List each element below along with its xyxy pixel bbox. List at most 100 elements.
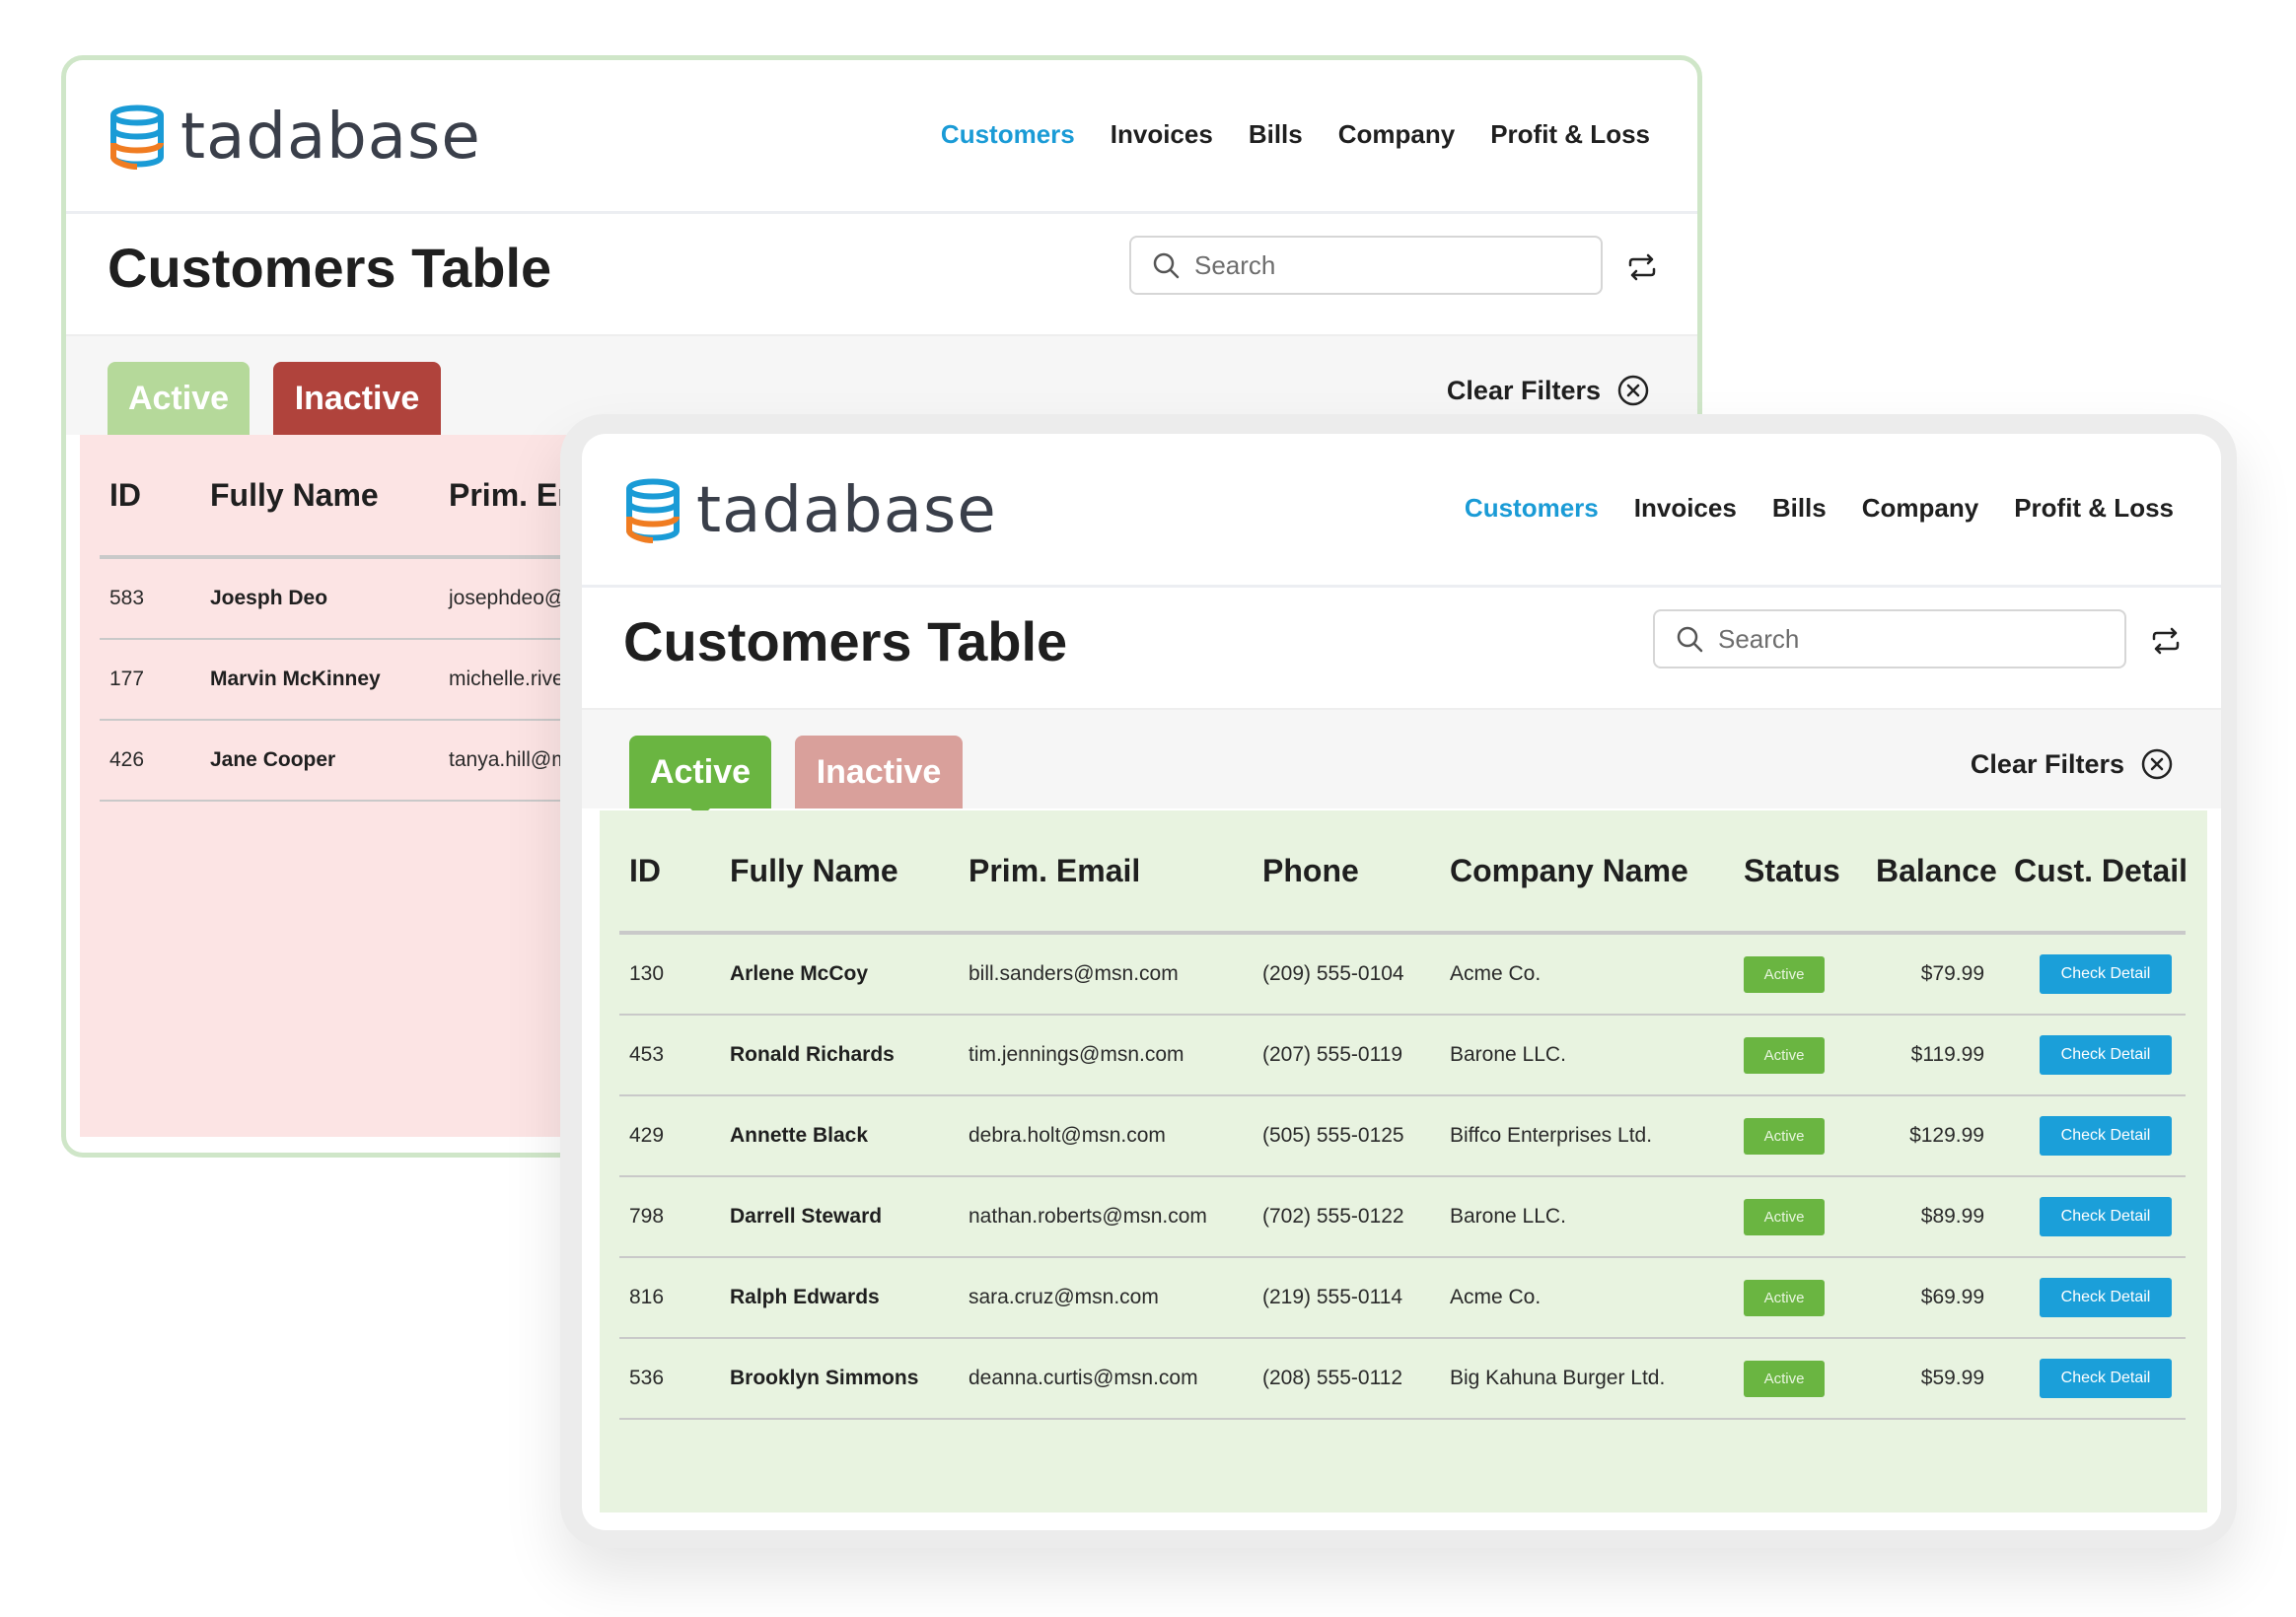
col-name[interactable]: Fully Name	[200, 477, 439, 514]
search-icon	[1153, 252, 1180, 279]
table-row[interactable]: 816 Ralph Edwards sara.cruz@msn.com (219…	[619, 1258, 2186, 1339]
col-phone[interactable]: Phone	[1253, 853, 1440, 889]
cell-name: Darrell Steward	[730, 1205, 883, 1228]
cell-status: Active	[1734, 1117, 1866, 1155]
close-circle-icon	[1617, 375, 1649, 406]
title-bar: Customers Table	[66, 214, 1697, 336]
status-badge: Active	[1744, 955, 1825, 993]
brand-logo[interactable]: tadabase	[623, 475, 997, 546]
cell-phone: (505) 555-0125	[1262, 1124, 1404, 1147]
nav-company[interactable]: Company	[1862, 493, 1978, 524]
cell-status: Active	[1734, 1198, 1866, 1235]
search-input[interactable]	[1194, 249, 1569, 281]
check-detail-button[interactable]: Check Detail	[2040, 954, 2172, 994]
search-box[interactable]	[1653, 609, 2126, 668]
cell-email: nathan.roberts@msn.com	[969, 1205, 1207, 1228]
cell-action: Check Detail	[2004, 1035, 2186, 1075]
nav-customers[interactable]: Customers	[941, 119, 1075, 150]
database-logo-icon	[626, 478, 680, 543]
cell-balance: $89.99	[1920, 1205, 1984, 1228]
cell-company: Acme Co.	[1450, 1286, 1542, 1308]
app-header: tadabase Customers Invoices Bills Compan…	[66, 60, 1697, 214]
tab-active[interactable]: Active	[629, 736, 771, 818]
col-email[interactable]: Prim. Email	[959, 853, 1253, 889]
table-row[interactable]: 130 Arlene McCoy bill.sanders@msn.com (2…	[619, 935, 2186, 1016]
search-icon	[1677, 626, 1703, 653]
cell-company: Big Kahuna Burger Ltd.	[1450, 1367, 1666, 1389]
cell-status: Active	[1734, 955, 1866, 993]
col-id[interactable]: ID	[100, 477, 200, 514]
title-bar: Customers Table	[582, 588, 2221, 710]
col-id[interactable]: ID	[619, 853, 720, 889]
cell-id: 130	[629, 962, 665, 985]
col-status[interactable]: Status	[1734, 853, 1866, 889]
check-detail-button[interactable]: Check Detail	[2040, 1116, 2172, 1156]
nav-company[interactable]: Company	[1338, 119, 1455, 150]
cell-balance: $79.99	[1920, 962, 1984, 985]
cell-action: Check Detail	[2004, 1359, 2186, 1398]
nav-profit-loss[interactable]: Profit & Loss	[2014, 493, 2174, 524]
clear-filters-button[interactable]: Clear Filters	[1447, 374, 1650, 407]
cell-id: 177	[109, 668, 145, 690]
refresh-icon[interactable]	[2150, 625, 2182, 657]
cell-action: Check Detail	[2004, 1116, 2186, 1156]
table-row[interactable]: 536 Brooklyn Simmons deanna.curtis@msn.c…	[619, 1339, 2186, 1420]
col-cust-details[interactable]: Cust. Details	[2004, 853, 2186, 889]
check-detail-button[interactable]: Check Detail	[2040, 1035, 2172, 1075]
cell-balance: $119.99	[1910, 1043, 1984, 1066]
cell-email: debra.holt@msn.com	[969, 1124, 1166, 1147]
tab-active[interactable]: Active	[108, 362, 250, 435]
cell-id: 429	[629, 1124, 665, 1147]
main-nav: Customers Invoices Bills Company Profit …	[1465, 493, 2174, 524]
cell-email: bill.sanders@msn.com	[969, 962, 1179, 985]
clear-filters-label: Clear Filters	[1970, 748, 2124, 779]
nav-profit-loss[interactable]: Profit & Loss	[1490, 119, 1650, 150]
close-circle-icon	[2141, 748, 2173, 780]
cell-name: Ronald Richards	[730, 1043, 895, 1066]
check-detail-button[interactable]: Check Detail	[2040, 1278, 2172, 1317]
search-input[interactable]	[1718, 623, 2093, 655]
brand-logo[interactable]: tadabase	[108, 102, 481, 173]
cell-phone: (209) 555-0104	[1262, 962, 1404, 985]
table-row[interactable]: 453 Ronald Richards tim.jennings@msn.com…	[619, 1016, 2186, 1096]
table-row[interactable]: 429 Annette Black debra.holt@msn.com (50…	[619, 1096, 2186, 1177]
cell-id: 536	[629, 1367, 665, 1389]
cell-status: Active	[1734, 1279, 1866, 1316]
brand-name: tadabase	[180, 101, 481, 174]
nav-invoices[interactable]: Invoices	[1111, 119, 1213, 150]
nav-customers[interactable]: Customers	[1465, 493, 1599, 524]
cell-id: 583	[109, 587, 145, 609]
col-balance[interactable]: Balance	[1866, 853, 2004, 889]
app-header: tadabase Customers Invoices Bills Compan…	[582, 434, 2221, 588]
filter-bar: Active Inactive Clear Filters	[582, 710, 2221, 818]
cell-action: Check Detail	[2004, 954, 2186, 994]
cell-balance: $69.99	[1920, 1286, 1984, 1308]
cell-action: Check Detail	[2004, 1278, 2186, 1317]
table-header: ID Fully Name Prim. Email Phone Company …	[619, 810, 2186, 935]
nav-invoices[interactable]: Invoices	[1634, 493, 1737, 524]
nav-bills[interactable]: Bills	[1249, 119, 1303, 150]
tab-inactive[interactable]: Inactive	[795, 736, 963, 808]
cell-email: sara.cruz@msn.com	[969, 1286, 1159, 1308]
cell-status: Active	[1734, 1036, 1866, 1074]
check-detail-button[interactable]: Check Detail	[2040, 1359, 2172, 1398]
cell-id: 798	[629, 1205, 665, 1228]
col-name[interactable]: Fully Name	[720, 853, 959, 889]
nav-bills[interactable]: Bills	[1772, 493, 1827, 524]
tab-inactive[interactable]: Inactive	[273, 362, 441, 445]
tab-inactive-label: Inactive	[294, 379, 420, 417]
status-badge: Active	[1744, 1117, 1825, 1155]
cell-name: Annette Black	[730, 1124, 869, 1147]
cell-phone: (208) 555-0112	[1262, 1367, 1403, 1389]
refresh-icon[interactable]	[1626, 251, 1658, 283]
search-box[interactable]	[1129, 236, 1603, 295]
cell-name: Marvin McKinney	[210, 668, 381, 690]
status-badge: Active	[1744, 1198, 1825, 1235]
cell-name: Joesph Deo	[210, 587, 328, 609]
col-company[interactable]: Company Name	[1440, 853, 1734, 889]
status-badge: Active	[1744, 1279, 1825, 1316]
brand-name: tadabase	[696, 474, 997, 547]
table-row[interactable]: 798 Darrell Steward nathan.roberts@msn.c…	[619, 1177, 2186, 1258]
clear-filters-button[interactable]: Clear Filters	[1971, 747, 2174, 781]
check-detail-button[interactable]: Check Detail	[2040, 1197, 2172, 1236]
